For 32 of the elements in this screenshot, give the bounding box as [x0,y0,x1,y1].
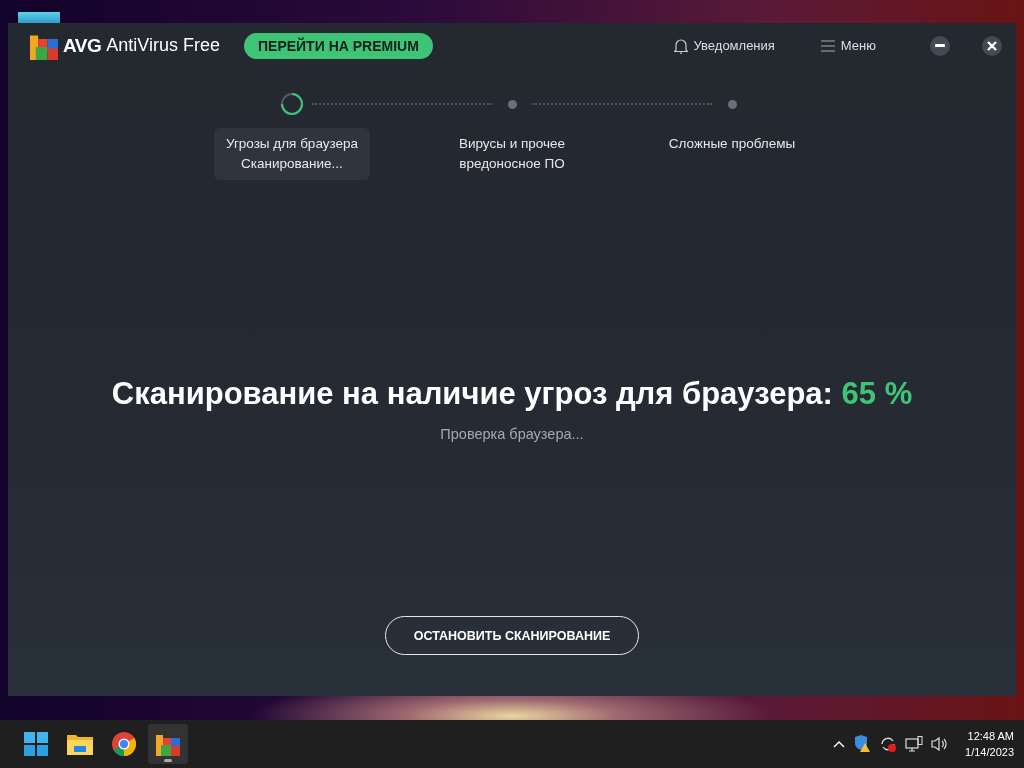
clock-date: 1/14/2023 [965,745,1014,760]
step-dot-icon [507,99,517,109]
scan-heading: Сканирование на наличие угроз для браузера: 65 % [111,376,913,412]
avg-logo-icon [156,732,180,756]
notifications-button[interactable]: Уведомления [673,37,775,54]
close-button[interactable] [982,35,1002,56]
menu-button[interactable]: Меню [820,38,876,53]
network-icon[interactable] [905,736,924,752]
minimize-button[interactable] [930,35,950,56]
step-label: Сложные проблемы [667,135,797,153]
browser-icon [112,732,136,756]
taskbar-app-button[interactable] [148,724,188,764]
upgrade-button[interactable]: ПЕРЕЙТИ НА PREMIUM [244,32,433,59]
close-icon [987,40,997,51]
minus-icon [935,44,945,47]
shield-warning-icon[interactable] [853,735,872,753]
chevron-up-icon[interactable] [833,740,846,748]
clock-time: 12:48 AM [967,729,1014,744]
bell-icon [673,37,688,54]
progress-spinner-icon [280,92,304,116]
folder-icon [67,733,93,755]
clock[interactable]: 12:48 AM 1/14/2023 [965,728,1014,760]
sync-icon[interactable] [879,735,898,753]
brand-name: AVG [63,34,102,57]
app-name: AntiVirus Free [106,35,220,56]
step-dot-icon [727,99,737,109]
step-label: Вирусы и прочее вредоносное ПО [457,135,567,173]
menu-icon [820,39,835,52]
windows-logo-icon [24,732,48,756]
scan-status: Проверка браузера... [440,426,584,442]
volume-icon[interactable] [931,736,950,752]
step-label: Угрозы для браузера Сканирование... [213,128,371,180]
